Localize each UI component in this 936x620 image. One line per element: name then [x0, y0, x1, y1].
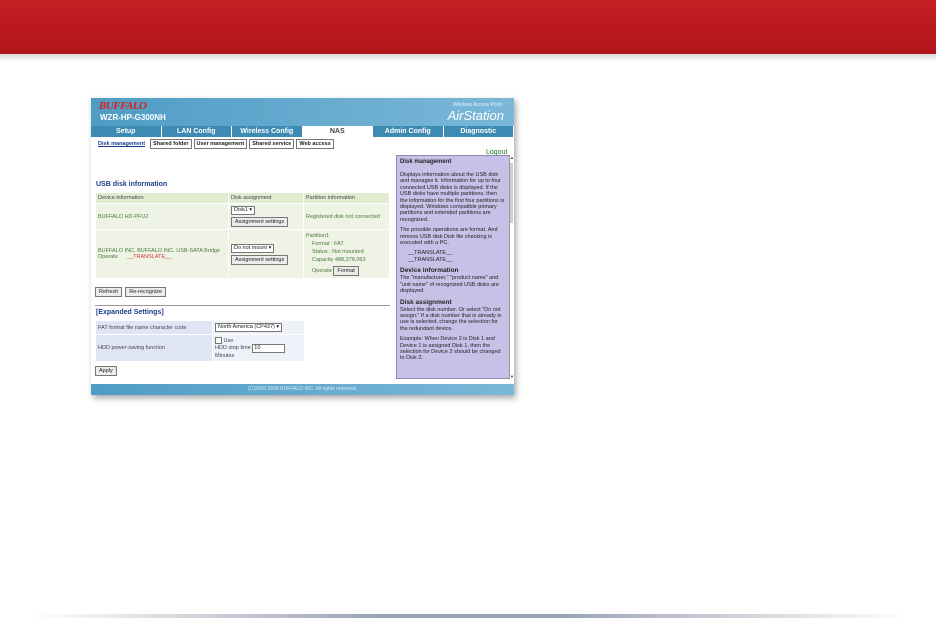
partition-status: Status : Not mounted	[312, 249, 364, 255]
use-checkbox[interactable]	[215, 337, 222, 344]
help-paragraph: The possible operations are format. And …	[400, 227, 498, 247]
help-paragraph: Example: When Device 2 is Disk 1 and Dev…	[400, 336, 501, 362]
chevron-down-icon: ▾	[276, 324, 280, 330]
tab-lan-config[interactable]: LAN Config	[162, 126, 232, 137]
table-row: FAT format file name character code Nort…	[95, 320, 305, 335]
table-header-row: Device information Disk assignment Parti…	[95, 192, 390, 204]
tab-nas[interactable]: NAS	[302, 126, 373, 137]
re-recognize-button[interactable]: Re-recognize	[125, 287, 166, 297]
partition-format: Format : FAT	[312, 241, 344, 247]
row1-partition: Registered disk not connected	[303, 203, 390, 230]
subtab-shared-folder[interactable]: Shared folder	[150, 139, 192, 149]
chevron-down-icon: ▾	[268, 244, 272, 251]
row1-disk-select-value: Disk1	[234, 207, 248, 213]
row2-partition: Partition1 Format : FAT Status : Not mou…	[303, 229, 390, 279]
help-device-info-title: Device information	[400, 267, 459, 275]
row2-device-cell: BUFFALO INC. BUFFALO INC. USB-SATA Bridg…	[95, 229, 229, 279]
help-paragraph: Displays information about the USB disk …	[400, 172, 505, 223]
expanded-settings-table: FAT format file name character code Nort…	[95, 320, 305, 362]
tab-diagnostic[interactable]: Diagnostic	[444, 126, 514, 137]
partition-name: Partition1	[306, 233, 330, 239]
hdd-stop-label: HDD stop time	[215, 345, 251, 351]
tab-admin-config[interactable]: Admin Config	[373, 126, 444, 137]
help-paragraph: Select the disk number. Or select "Do no…	[400, 306, 502, 332]
row2-operate-label: Operate	[98, 254, 118, 260]
usb-action-row: Refresh Re-recognize	[95, 285, 166, 297]
row1-assignment-button[interactable]: Assignment settings	[231, 217, 289, 227]
partition-operate: Operate Format	[306, 264, 387, 276]
hdd-stop-input[interactable]: 10	[252, 344, 286, 353]
row1-device: BUFFALO HD-PFU2	[95, 203, 229, 230]
banner-shadow	[0, 54, 936, 62]
partition-capacity: Capacity 488,378,063	[312, 257, 366, 263]
buffalo-logo: BUFFALO	[99, 100, 147, 112]
help-title: Disk management	[400, 159, 452, 165]
usb-disk-table: Device information Disk assignment Parti…	[95, 192, 390, 279]
airstation-logo: AirStation	[447, 108, 504, 123]
minutes-label: Minutes	[215, 353, 235, 359]
format-button[interactable]: Format	[333, 266, 359, 276]
apply-button[interactable]: Apply	[95, 366, 117, 376]
help-panel: Disk management Displays information abo…	[396, 155, 510, 379]
tab-setup[interactable]: Setup	[91, 126, 162, 137]
apply-row: Apply	[95, 364, 117, 376]
help-scrollbar[interactable]: ▲ ▼	[509, 155, 514, 379]
help-paragraph: The "manufacturer," "product name" and "…	[400, 275, 499, 295]
subtab-shared-service[interactable]: Shared service	[249, 139, 295, 149]
expanded-settings-title: [Expanded Settings]	[96, 309, 164, 316]
divider	[95, 305, 390, 306]
fat-charset-cell: North America (CP437) ▾	[212, 320, 305, 335]
row1-assignment: Disk1 ▾ Assignment settings	[228, 203, 304, 230]
subtab-web-access[interactable]: Web access	[296, 139, 334, 149]
tab-wireless-config[interactable]: Wireless Config	[232, 126, 303, 137]
bottom-rule	[30, 614, 910, 618]
copyright-footer: (C)2000-2008 BUFFALO INC. All rights res…	[91, 384, 514, 395]
router-screenshot: BUFFALO WZR-HP-G300NH Wireless Access Po…	[91, 98, 514, 395]
refresh-button[interactable]: Refresh	[95, 287, 123, 297]
row2-assignment-button[interactable]: Assignment settings	[231, 254, 289, 265]
hdd-power-label: HDD power-saving function	[95, 334, 213, 362]
sub-tabs: Disk management Shared folder User manag…	[95, 139, 334, 149]
col-partition-info: Partition information	[303, 192, 390, 204]
scroll-down-icon[interactable]: ▼	[510, 374, 514, 379]
fat-charset-select[interactable]: North America (CP437) ▾	[215, 323, 283, 332]
row2-operate-value: __TRANSLATE__	[127, 254, 172, 260]
subtab-user-management[interactable]: User management	[193, 139, 248, 149]
fat-charset-value: North America (CP437)	[218, 324, 275, 330]
top-banner	[0, 0, 936, 54]
col-device-info: Device information	[95, 192, 229, 204]
main-content: USB disk information Device information …	[91, 154, 396, 380]
fat-charset-label: FAT format file name character code	[95, 320, 213, 335]
help-translate: __TRANSLATE__	[408, 256, 453, 263]
row2-assignment: Do not mount ▾ Assignment settings	[228, 229, 304, 279]
usb-section-title: USB disk information	[96, 181, 168, 188]
table-row: HDD power-saving function Use HDD stop t…	[95, 334, 305, 362]
chevron-down-icon: ▾	[249, 207, 253, 213]
row2-disk-select[interactable]: Do not mount ▾	[231, 243, 275, 253]
hdd-power-cell: Use HDD stop time 10 Minutes	[212, 334, 305, 362]
row1-disk-select[interactable]: Disk1 ▾	[231, 206, 256, 215]
col-disk-assignment: Disk assignment	[228, 192, 304, 204]
table-row: BUFFALO INC. BUFFALO INC. USB-SATA Bridg…	[95, 229, 390, 279]
router-header: BUFFALO WZR-HP-G300NH Wireless Access Po…	[91, 98, 514, 126]
model-name: WZR-HP-G300NH	[100, 113, 166, 122]
scroll-up-icon[interactable]: ▲	[510, 155, 514, 160]
row2-disk-select-value: Do not mount	[234, 244, 268, 251]
help-disk-assignment-title: Disk assignment	[400, 298, 452, 306]
main-tabs: Setup LAN Config Wireless Config NAS Adm…	[91, 126, 514, 137]
partition-operate-label: Operate	[312, 268, 332, 274]
scroll-thumb[interactable]	[510, 163, 513, 223]
subtab-disk-management[interactable]: Disk management	[95, 139, 149, 149]
use-label: Use	[223, 337, 234, 344]
table-row: BUFFALO HD-PFU2 Disk1 ▾ Assignment setti…	[95, 203, 390, 230]
